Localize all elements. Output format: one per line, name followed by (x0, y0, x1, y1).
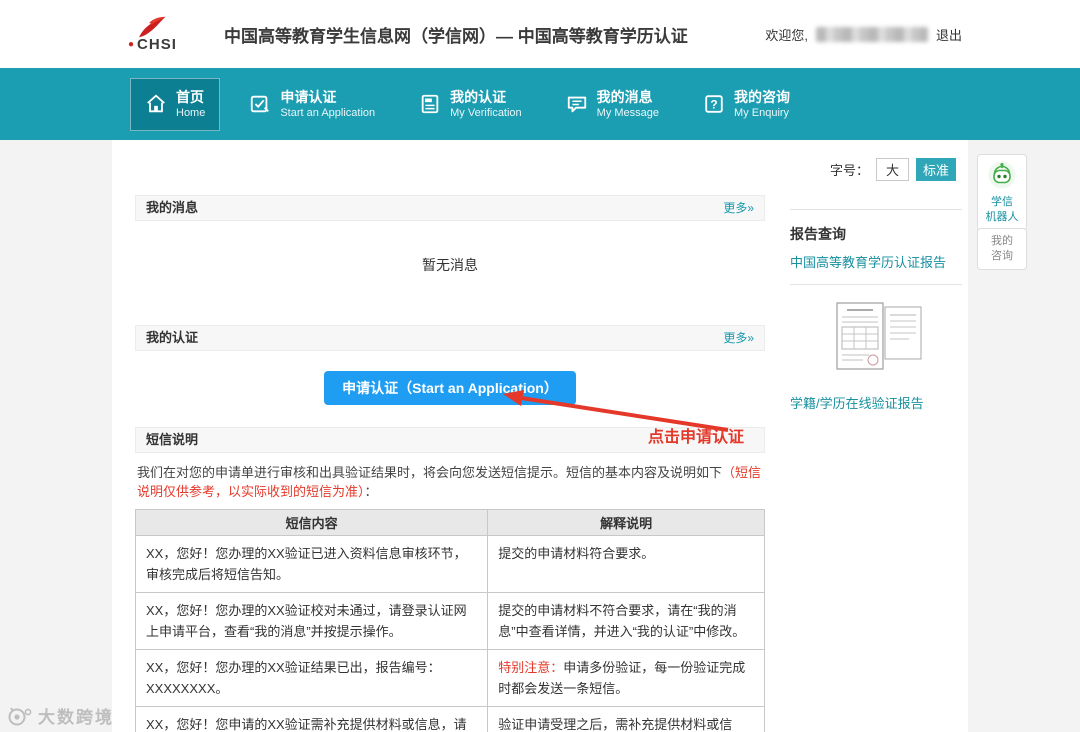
apply-button-row: 申请认证（Start an Application） (135, 351, 765, 427)
top-header: ● CHSI 中国高等教育学生信息网（学信网）— 中国高等教育学历认证 欢迎您,… (0, 0, 1080, 68)
font-size-large-button[interactable]: 大 (876, 158, 909, 181)
nav-sublabel: Home (176, 106, 205, 120)
nav-item-my-message[interactable]: 我的消息 My Message (551, 78, 674, 131)
logo-text: CHSI (137, 36, 177, 53)
messages-section-header: 我的消息 更多» (135, 195, 765, 221)
start-application-button[interactable]: 申请认证（Start an Application） (324, 371, 576, 405)
explanation-header: 解释说明 (488, 510, 765, 536)
nav-sublabel: My Message (597, 106, 659, 120)
report-document-thumbnail (817, 299, 935, 381)
sms-content-cell: XX，您好！您办理的XX验证结果已出，报告编号：XXXXXXXX。 (136, 650, 488, 707)
xuexin-robot-button[interactable]: 学信 机器人 (977, 154, 1027, 231)
content-area: 我的消息 更多» 暂无消息 我的认证 更多» 申请认证（Start an App… (0, 140, 1080, 732)
explanation-cell: 提交的申请材料符合要求。 (488, 536, 765, 593)
sms-section-title: 短信说明 (146, 428, 198, 452)
nav-sublabel: My Enquiry (734, 106, 790, 120)
explanation-cell: 特别注意：申请多份验证，每一份验证完成时都会发送一条短信。 (488, 650, 765, 707)
verification-section-header: 我的认证 更多» (135, 325, 765, 351)
logout-link[interactable]: 退出 (936, 25, 962, 44)
font-size-standard-button[interactable]: 标准 (916, 158, 956, 181)
nav-item-my-verification[interactable]: 我的认证 My Verification (404, 78, 537, 131)
nav-label: 我的咨询 (734, 89, 790, 106)
sidebar-divider (790, 284, 962, 285)
verification-more-link[interactable]: 更多» (723, 326, 754, 350)
sms-intro-tail: ： (365, 484, 378, 499)
main-container: 我的消息 更多» 暂无消息 我的认证 更多» 申请认证（Start an App… (112, 140, 968, 732)
logo-dot-icon: ● (128, 39, 134, 50)
main-nav: 首页 Home 申请认证 Start an Application 我的认证 M… (0, 68, 1080, 140)
verification-section: 我的认证 更多» 申请认证（Start an Application） (135, 325, 765, 427)
nav-label: 我的消息 (597, 89, 659, 106)
explanation-cell: 提交的申请材料不符合要求，请在“我的消息”中查看详情，并进入“我的认证”中修改。 (488, 593, 765, 650)
messages-section: 我的消息 更多» 暂无消息 (135, 195, 765, 325)
table-row: XX，您好！您申请的XX验证需补充提供材料或信息，请您尽快登录网上申请系统，在“… (136, 707, 765, 732)
message-bubble-icon (566, 93, 588, 115)
nav-label: 申请认证 (280, 89, 375, 106)
font-size-controls: 字号： 大 标准 (790, 158, 962, 181)
main-column: 我的消息 更多» 暂无消息 我的认证 更多» 申请认证（Start an App… (135, 195, 765, 732)
table-row: XX，您好！您办理的XX验证已进入资料信息审核环节，审核完成后将短信告知。 提交… (136, 536, 765, 593)
online-verification-report-link[interactable]: 学籍/学历在线验证报告 (790, 395, 962, 413)
enquiry-label-line2: 咨询 (980, 249, 1024, 264)
nav-label: 首页 (176, 89, 205, 106)
sms-content-cell: XX，您好！您申请的XX验证需补充提供材料或信息，请您尽快登录网上申请系统，在“… (136, 707, 488, 732)
explanation-cell: 验证申请受理之后，需补充提供材料或信息。 (488, 707, 765, 732)
messages-section-title: 我的消息 (146, 196, 198, 220)
sms-content-cell: XX，您好！您办理的XX验证校对未通过，请登录认证网上申请平台，查看“我的消息”… (136, 593, 488, 650)
nav-item-home[interactable]: 首页 Home (130, 78, 220, 131)
nav-item-my-enquiry[interactable]: ? 我的咨询 My Enquiry (688, 78, 805, 131)
robot-label-line2: 机器人 (980, 210, 1024, 225)
messages-more-link[interactable]: 更多» (723, 196, 754, 220)
explanation-text: 提交的申请材料符合要求。 (498, 546, 654, 561)
my-enquiry-floating-button[interactable]: 我的 咨询 (977, 228, 1027, 270)
my-verification-doc-icon (419, 93, 441, 115)
sms-intro-text: 我们在对您的申请单进行审核和出具验证结果时，将会向您发送短信提示。短信的基本内容… (135, 453, 765, 509)
watermark-text: 大数跨境 (38, 703, 114, 728)
sidebar-divider (790, 209, 962, 210)
nav-sublabel: My Verification (450, 106, 522, 120)
enquiry-label-line1: 我的 (980, 234, 1024, 249)
explanation-text: 提交的申请材料不符合要求，请在“我的消息”中查看详情，并进入“我的认证”中修改。 (498, 603, 745, 639)
robot-icon (987, 160, 1017, 190)
sms-content-header: 短信内容 (136, 510, 488, 536)
nav-label: 我的认证 (450, 89, 522, 106)
username-redacted (816, 27, 928, 42)
user-area: 欢迎您, 退出 (765, 25, 962, 44)
sms-content-cell: XX，您好！您办理的XX验证已进入资料信息审核环节，审核完成后将短信告知。 (136, 536, 488, 593)
sms-section: 短信说明 我们在对您的申请单进行审核和出具验证结果时，将会向您发送短信提示。短信… (135, 427, 765, 732)
watermark-logo-icon (8, 705, 34, 727)
home-icon (145, 93, 167, 115)
robot-label-line1: 学信 (980, 195, 1024, 210)
right-sidebar: 字号： 大 标准 报告查询 中国高等教育学历认证报告 (790, 156, 962, 732)
table-row: XX，您好！您办理的XX验证结果已出，报告编号：XXXXXXXX。 特别注意：申… (136, 650, 765, 707)
nav-item-start-application[interactable]: 申请认证 Start an Application (234, 78, 390, 131)
messages-empty-text: 暂无消息 (135, 221, 765, 325)
apply-check-icon (249, 93, 271, 115)
watermark: 大数跨境 (8, 703, 114, 728)
verification-section-title: 我的认证 (146, 326, 198, 350)
table-header-row: 短信内容 解释说明 (136, 510, 765, 536)
nav-sublabel: Start an Application (280, 106, 375, 120)
question-mark-icon: ? (703, 93, 725, 115)
chsi-logo: ● CHSI (128, 15, 214, 53)
sms-intro-normal: 我们在对您的申请单进行审核和出具验证结果时，将会向您发送短信提示。短信的基本内容… (137, 465, 722, 480)
welcome-text: 欢迎您, (765, 25, 808, 44)
svg-text:?: ? (710, 98, 717, 112)
font-size-label: 字号： (830, 160, 869, 179)
explanation-highlight: 特别注意： (498, 660, 563, 675)
site-title: 中国高等教育学生信息网（学信网）— 中国高等教育学历认证 (224, 22, 688, 47)
table-row: XX，您好！您办理的XX验证校对未通过，请登录认证网上申请平台，查看“我的消息”… (136, 593, 765, 650)
explanation-text: 验证申请受理之后，需补充提供材料或信息。 (498, 717, 732, 732)
annotation-label: 点击申请认证 (648, 423, 744, 447)
sms-table: 短信内容 解释说明 XX，您好！您办理的XX验证已进入资料信息审核环节，审核完成… (135, 509, 765, 732)
degree-verification-report-link[interactable]: 中国高等教育学历认证报告 (790, 254, 962, 272)
report-query-title: 报告查询 (790, 224, 962, 244)
